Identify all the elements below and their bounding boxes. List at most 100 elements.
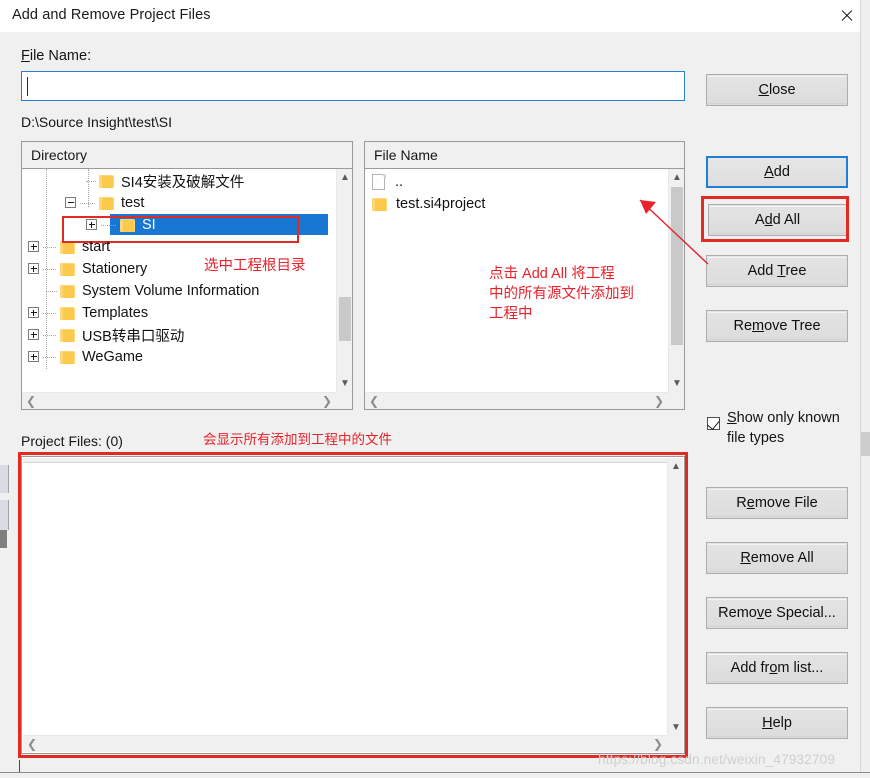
outer-vertical-scrollbar[interactable] (860, 0, 870, 778)
close-action-button-label: Close (758, 82, 796, 98)
add-all-button[interactable]: Add All (708, 204, 847, 236)
tree-item-label: Stationery (82, 261, 148, 277)
watermark-text: https://blog.csdn.net/weixin_47932709 (598, 752, 836, 767)
scroll-up-icon[interactable]: ▲ (669, 169, 685, 186)
left-edge-scroll-stub[interactable] (0, 500, 9, 530)
document-icon (372, 174, 386, 190)
annotation-arrow-icon (639, 199, 709, 265)
tree-item-label: start (82, 239, 111, 255)
folder-icon (60, 350, 75, 364)
directory-panel-header: Directory (22, 142, 352, 169)
tree-expand-icon[interactable] (86, 219, 97, 230)
file-list-item-0[interactable]: .. (372, 171, 403, 193)
tree-item-5[interactable]: System Volume Information (46, 280, 259, 302)
annotation-add-all-line3: 工程中 (489, 306, 533, 322)
scroll-left-icon[interactable]: ❮ (24, 736, 40, 752)
add-from-list-button-label: Add from list... (730, 660, 824, 676)
tree-item-2[interactable]: SI (86, 214, 156, 236)
folder-icon (120, 218, 135, 232)
file-name-label: File Name: (21, 48, 92, 64)
tree-item-label: SI (142, 217, 156, 233)
remove-all-button-label: Remove All (740, 550, 814, 566)
file-name-input[interactable] (21, 71, 685, 101)
scroll-right-icon[interactable]: ❯ (651, 393, 667, 409)
tree-collapse-icon[interactable] (65, 197, 76, 208)
tree-item-4[interactable]: Stationery (28, 258, 148, 280)
left-edge-marker (0, 530, 7, 548)
tree-expand-icon[interactable] (28, 307, 39, 318)
help-button[interactable]: Help (706, 707, 848, 739)
scroll-left-icon[interactable]: ❮ (366, 393, 382, 409)
scroll-down-icon[interactable]: ▼ (337, 375, 353, 392)
remove-all-button[interactable]: Remove All (706, 542, 848, 574)
scroll-left-icon[interactable]: ❮ (23, 393, 39, 409)
project-files-vertical-scrollbar[interactable]: ▲ ▼ (667, 458, 683, 736)
show-known-types-label-line1: Show only known (727, 410, 840, 426)
tree-item-label: WeGame (82, 349, 143, 365)
folder-icon (60, 306, 75, 320)
directory-vertical-scrollbar[interactable]: ▲ ▼ (336, 169, 352, 392)
tree-item-0[interactable]: SI4安装及破解文件 (86, 170, 245, 192)
scrollbar-thumb[interactable] (861, 432, 870, 456)
tree-guide-line (101, 225, 116, 227)
scrollbar-thumb[interactable] (339, 297, 351, 341)
show-known-types-checkbox[interactable] (707, 417, 720, 430)
file-list-item-1[interactable]: test.si4project (372, 193, 485, 215)
scroll-down-icon[interactable]: ▼ (668, 719, 684, 736)
folder-icon (60, 284, 75, 298)
tree-item-label: Templates (82, 305, 149, 321)
left-edge-scroll-stub[interactable] (0, 465, 9, 493)
current-path-label: D:\Source Insight\test\SI (21, 114, 172, 130)
folder-icon (60, 240, 75, 254)
tree-item-6[interactable]: Templates (28, 302, 149, 324)
project-files-top-edge (23, 458, 667, 463)
tree-guide-line (80, 203, 95, 205)
project-files-horizontal-scrollbar[interactable]: ❮ ❯ (23, 735, 667, 752)
close-icon (840, 9, 854, 23)
tree-expand-icon[interactable] (28, 241, 39, 252)
annotation-select-root-dir: 选中工程根目录 (204, 258, 306, 274)
directory-panel-title: Directory (31, 147, 88, 163)
scrollbar-corner (668, 392, 684, 409)
add-button[interactable]: Add (706, 156, 848, 188)
scroll-up-icon[interactable]: ▲ (668, 458, 684, 475)
tree-expand-icon[interactable] (28, 263, 39, 274)
checkmark-icon (707, 417, 720, 430)
help-button-label: Help (762, 715, 792, 731)
file-list-item-label: test.si4project (396, 196, 486, 212)
tree-item-label: SI4安装及破解文件 (121, 174, 245, 191)
tree-expand-icon[interactable] (28, 329, 39, 340)
folder-icon (60, 328, 75, 342)
scrollbar-corner (667, 735, 683, 752)
remove-tree-button-label: Remove Tree (733, 318, 821, 334)
add-from-list-button[interactable]: Add from list... (706, 652, 848, 684)
add-tree-button[interactable]: Add Tree (706, 255, 848, 287)
tree-item-1[interactable]: test (65, 192, 145, 214)
add-all-button-label: Add All (754, 212, 801, 228)
scroll-right-icon[interactable]: ❯ (319, 393, 335, 409)
scroll-down-icon[interactable]: ▼ (669, 375, 685, 392)
file-list-horizontal-scrollbar[interactable]: ❮ ❯ (365, 392, 668, 409)
tree-guide-line (88, 169, 90, 207)
tree-guide-line (46, 291, 57, 293)
file-list-panel-header: File Name (365, 142, 684, 169)
close-action-button[interactable]: Close (706, 74, 848, 106)
tree-expand-icon[interactable] (28, 351, 39, 362)
project-files-list[interactable]: ▲ ▼ ❮ ❯ (21, 456, 685, 754)
add-button-label: Add (764, 164, 790, 180)
tree-item-7[interactable]: USB转串口驱动 (28, 324, 184, 346)
scroll-right-icon[interactable]: ❯ (650, 736, 666, 752)
tree-guide-line (43, 357, 56, 359)
remove-tree-button[interactable]: Remove Tree (706, 310, 848, 342)
tree-item-label: test (121, 195, 145, 211)
tree-item-8[interactable]: WeGame (28, 346, 143, 368)
project-files-label: Project Files: (0) (21, 433, 123, 449)
tree-guide-line (43, 269, 56, 271)
tree-item-3[interactable]: start (28, 236, 111, 258)
remove-special-button[interactable]: Remove Special... (706, 597, 848, 629)
directory-horizontal-scrollbar[interactable]: ❮ ❯ (22, 392, 336, 409)
directory-tree[interactable]: SI4安装及破解文件 test SI start Stationery Syst… (22, 169, 336, 392)
scroll-up-icon[interactable]: ▲ (337, 169, 353, 186)
remove-file-button[interactable]: Remove File (706, 487, 848, 519)
file-list-item-label: .. (395, 174, 404, 190)
